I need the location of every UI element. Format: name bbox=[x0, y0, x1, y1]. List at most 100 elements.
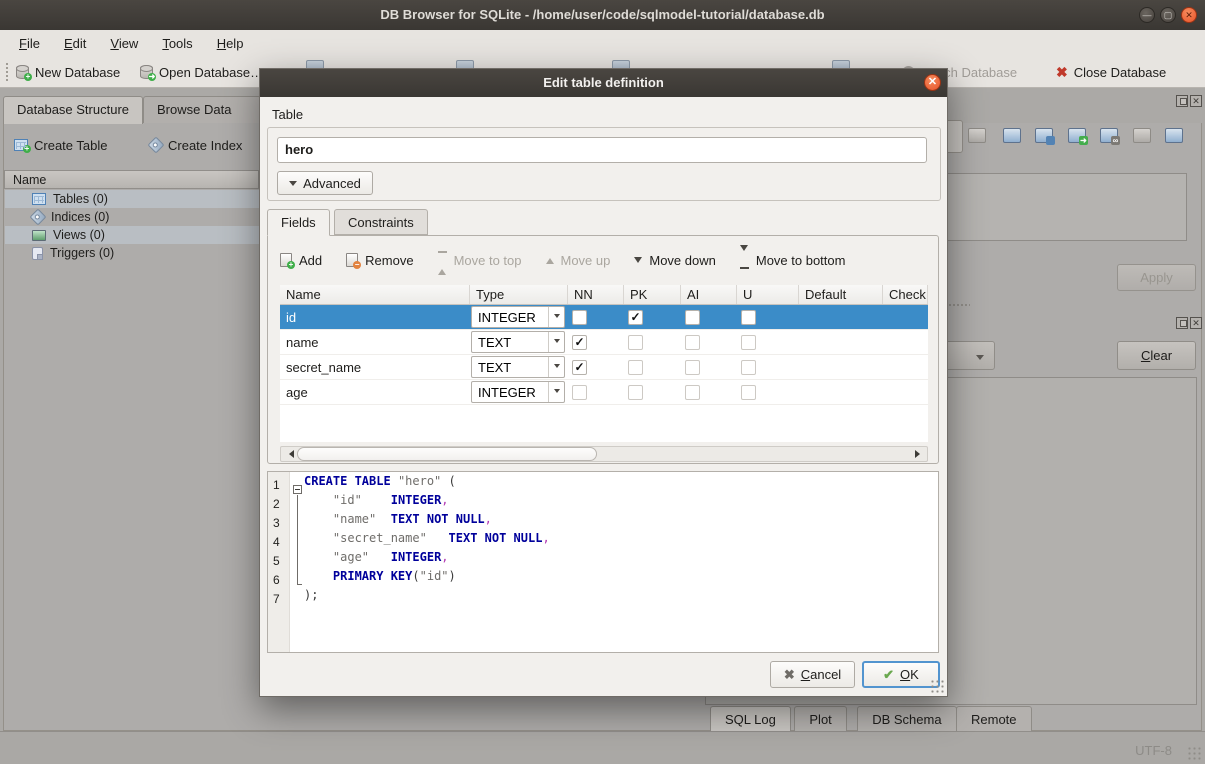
scroll-right-icon[interactable] bbox=[911, 447, 927, 461]
tree-item[interactable]: Triggers (0) bbox=[5, 244, 259, 262]
toolbar-drag-handle[interactable] bbox=[5, 62, 10, 82]
save-file-icon[interactable] bbox=[1033, 124, 1055, 148]
u-checkbox[interactable] bbox=[741, 385, 756, 400]
nn-checkbox[interactable] bbox=[572, 310, 587, 325]
create-table-button[interactable]: + Create Table bbox=[14, 133, 107, 157]
tree-column-header[interactable]: Name bbox=[4, 170, 259, 189]
pk-checkbox[interactable] bbox=[628, 385, 643, 400]
ai-checkbox[interactable] bbox=[685, 385, 700, 400]
tab-browse-data[interactable]: Browse Data bbox=[143, 96, 261, 123]
close-button[interactable]: ✕ bbox=[1181, 7, 1197, 23]
format-icon[interactable] bbox=[966, 124, 988, 148]
column-header-default[interactable]: Default bbox=[799, 285, 883, 304]
tab-fields[interactable]: Fields bbox=[267, 209, 330, 236]
move-down-button[interactable]: Move down bbox=[634, 248, 715, 272]
table-name-input[interactable]: hero bbox=[277, 137, 927, 163]
bottom-tab-db-schema[interactable]: DB Schema bbox=[857, 706, 956, 734]
chevron-down-icon[interactable] bbox=[548, 382, 564, 402]
ai-checkbox[interactable] bbox=[685, 360, 700, 375]
type-dropdown[interactable]: INTEGER bbox=[471, 306, 565, 328]
tree-item[interactable]: Indices (0) bbox=[5, 208, 259, 226]
tab-constraints[interactable]: Constraints bbox=[334, 209, 428, 235]
nn-checkbox[interactable] bbox=[572, 360, 587, 375]
advanced-button[interactable]: Advanced bbox=[277, 171, 373, 195]
bottom-tab-remote[interactable]: Remote bbox=[956, 706, 1032, 734]
pk-checkbox[interactable] bbox=[628, 335, 643, 350]
column-header-type[interactable]: Type bbox=[470, 285, 568, 304]
bottom-tab-plot[interactable]: Plot bbox=[794, 706, 846, 734]
pk-checkbox[interactable] bbox=[628, 310, 643, 325]
ai-checkbox[interactable] bbox=[685, 310, 700, 325]
field-row[interactable]: idINTEGER bbox=[280, 305, 928, 330]
column-header-u[interactable]: U bbox=[737, 285, 799, 304]
chevron-down-icon[interactable] bbox=[548, 307, 564, 327]
nn-cell bbox=[568, 360, 624, 375]
minimize-button[interactable]: — bbox=[1139, 7, 1155, 23]
fields-horizontal-scrollbar[interactable] bbox=[280, 446, 928, 462]
ok-button[interactable]: ✔ OK bbox=[862, 661, 940, 688]
new-database-button[interactable]: + New Database bbox=[16, 59, 120, 85]
dock-float-icon[interactable] bbox=[1176, 95, 1188, 107]
u-checkbox[interactable] bbox=[741, 335, 756, 350]
field-name-cell[interactable]: secret_name bbox=[280, 360, 470, 375]
menu-help[interactable]: Help bbox=[206, 33, 255, 54]
create-index-button[interactable]: Create Index bbox=[150, 133, 242, 157]
menu-file[interactable]: File bbox=[8, 33, 51, 54]
menu-tools[interactable]: Tools bbox=[151, 33, 203, 54]
log-dock-close-icon[interactable]: ✕ bbox=[1190, 317, 1202, 329]
export-icon[interactable]: ➜ bbox=[1066, 124, 1088, 148]
cancel-button[interactable]: ✖ Cancel bbox=[770, 661, 855, 688]
menu-edit[interactable]: Edit bbox=[53, 33, 97, 54]
type-dropdown[interactable]: INTEGER bbox=[471, 381, 565, 403]
field-row[interactable]: nameTEXT bbox=[280, 330, 928, 355]
column-header-nn[interactable]: NN bbox=[568, 285, 624, 304]
tab-database-structure[interactable]: Database Structure bbox=[3, 96, 143, 124]
resize-grip[interactable] bbox=[1187, 746, 1202, 761]
dialog-resize-grip[interactable] bbox=[930, 679, 945, 694]
toggle-icon[interactable] bbox=[1131, 124, 1153, 148]
column-header-pk[interactable]: PK bbox=[624, 285, 681, 304]
fields-grid-header[interactable]: NameTypeNNPKAIUDefaultCheck bbox=[280, 285, 928, 305]
maximize-button[interactable]: ▢ bbox=[1160, 7, 1176, 23]
chevron-down-icon[interactable] bbox=[548, 332, 564, 352]
tree-item[interactable]: Views (0) bbox=[5, 226, 259, 244]
nn-checkbox[interactable] bbox=[572, 335, 587, 350]
dock-close-icon[interactable]: ✕ bbox=[1190, 95, 1202, 107]
clear-button[interactable]: Clear bbox=[1117, 341, 1196, 370]
open-database-button[interactable]: ➜ Open Database… bbox=[140, 59, 263, 85]
chevron-down-icon[interactable] bbox=[548, 357, 564, 377]
field-name-cell[interactable]: id bbox=[280, 310, 470, 325]
field-row[interactable]: secret_nameTEXT bbox=[280, 355, 928, 380]
field-name-cell[interactable]: name bbox=[280, 335, 470, 350]
field-name-cell[interactable]: age bbox=[280, 385, 470, 400]
log-dock-float-icon[interactable] bbox=[1176, 317, 1188, 329]
link-icon[interactable]: ∞ bbox=[1098, 124, 1120, 148]
dialog-close-icon[interactable]: ✕ bbox=[924, 74, 941, 91]
save-file-icon bbox=[1035, 128, 1053, 143]
tree-item[interactable]: Tables (0) bbox=[5, 190, 259, 208]
scroll-left-icon[interactable] bbox=[281, 447, 297, 461]
close-database-button[interactable]: ✖ Close Database bbox=[1056, 59, 1166, 85]
field-row[interactable]: ageINTEGER bbox=[280, 380, 928, 405]
type-dropdown[interactable]: TEXT bbox=[471, 356, 565, 378]
pk-checkbox[interactable] bbox=[628, 360, 643, 375]
column-header-name[interactable]: Name bbox=[280, 285, 470, 304]
menu-view[interactable]: View bbox=[99, 33, 149, 54]
u-checkbox[interactable] bbox=[741, 310, 756, 325]
fold-collapse-icon[interactable] bbox=[293, 485, 302, 494]
bottom-tab-sql-log[interactable]: SQL Log bbox=[710, 706, 791, 734]
print-icon[interactable] bbox=[1163, 124, 1185, 148]
type-dropdown[interactable]: TEXT bbox=[471, 331, 565, 353]
open-file-icon[interactable] bbox=[1001, 124, 1023, 148]
sql-preview[interactable]: 1234567 CREATE TABLE "hero" ( "id" INTEG… bbox=[267, 471, 939, 653]
add-field-button[interactable]: + Add bbox=[280, 248, 322, 272]
scrollbar-thumb[interactable] bbox=[297, 447, 597, 461]
column-header-check[interactable]: Check bbox=[883, 285, 928, 304]
u-checkbox[interactable] bbox=[741, 360, 756, 375]
column-header-ai[interactable]: AI bbox=[681, 285, 737, 304]
nn-checkbox[interactable] bbox=[572, 385, 587, 400]
remove-field-button[interactable]: − Remove bbox=[346, 248, 413, 272]
ai-checkbox[interactable] bbox=[685, 335, 700, 350]
move-to-bottom-button[interactable]: Move to bottom bbox=[740, 248, 846, 272]
encoding-indicator[interactable]: UTF-8 bbox=[1135, 743, 1172, 758]
